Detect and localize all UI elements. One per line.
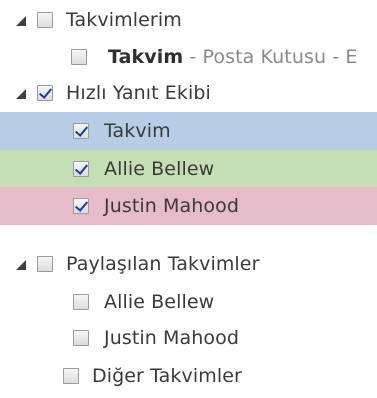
member-label[interactable]: Justin Mahood — [104, 327, 239, 349]
member-checkbox[interactable] — [73, 330, 89, 346]
member-checkbox[interactable] — [73, 161, 89, 177]
tree-item-team-member[interactable]: Justin Mahood — [0, 187, 377, 225]
member-label[interactable]: Allie Bellew — [104, 291, 214, 313]
tree-item-team-member[interactable]: Allie Bellew — [0, 150, 377, 187]
tree-item-my-calendar[interactable]: Takvim - Posta Kutusu - E — [0, 39, 377, 75]
shared-label[interactable]: Paylaşılan Takvimler — [66, 253, 260, 275]
tree-item-team-member[interactable]: Takvim — [0, 112, 377, 150]
member-label[interactable]: Allie Bellew — [104, 158, 214, 180]
other-checkbox[interactable] — [63, 368, 79, 384]
calendar-name[interactable]: Takvim — [108, 46, 183, 68]
tree-group-other: Diğer Takvimler — [0, 358, 377, 394]
calendar-separator: - — [183, 46, 203, 68]
my-calendars-label[interactable]: Takvimlerim — [66, 9, 182, 31]
shared-checkbox[interactable] — [37, 256, 53, 272]
tree-item-shared-member[interactable]: Justin Mahood — [0, 320, 377, 356]
expand-triangle-icon[interactable] — [16, 260, 26, 270]
member-checkbox[interactable] — [73, 294, 89, 310]
my-calendar-checkbox[interactable] — [71, 49, 87, 65]
team-label[interactable]: Hızlı Yanıt Ekibi — [66, 82, 211, 104]
tree-group-my-calendars: Takvimlerim — [0, 2, 377, 38]
tree-group-shared: Paylaşılan Takvimler — [0, 246, 377, 282]
tree-item-shared-member[interactable]: Allie Bellew — [0, 284, 377, 320]
team-checkbox[interactable] — [37, 85, 53, 101]
member-label[interactable]: Justin Mahood — [104, 195, 239, 217]
other-label[interactable]: Diğer Takvimler — [92, 365, 242, 387]
calendar-owner-detail: Posta Kutusu - E — [202, 46, 358, 68]
tree-group-team: Hızlı Yanıt Ekibi — [0, 75, 377, 111]
member-checkbox[interactable] — [73, 198, 89, 214]
my-calendars-checkbox[interactable] — [37, 12, 53, 28]
expand-triangle-icon[interactable] — [16, 16, 26, 26]
member-checkbox[interactable] — [73, 123, 89, 139]
member-label[interactable]: Takvim — [104, 120, 171, 142]
expand-triangle-icon[interactable] — [16, 89, 26, 99]
